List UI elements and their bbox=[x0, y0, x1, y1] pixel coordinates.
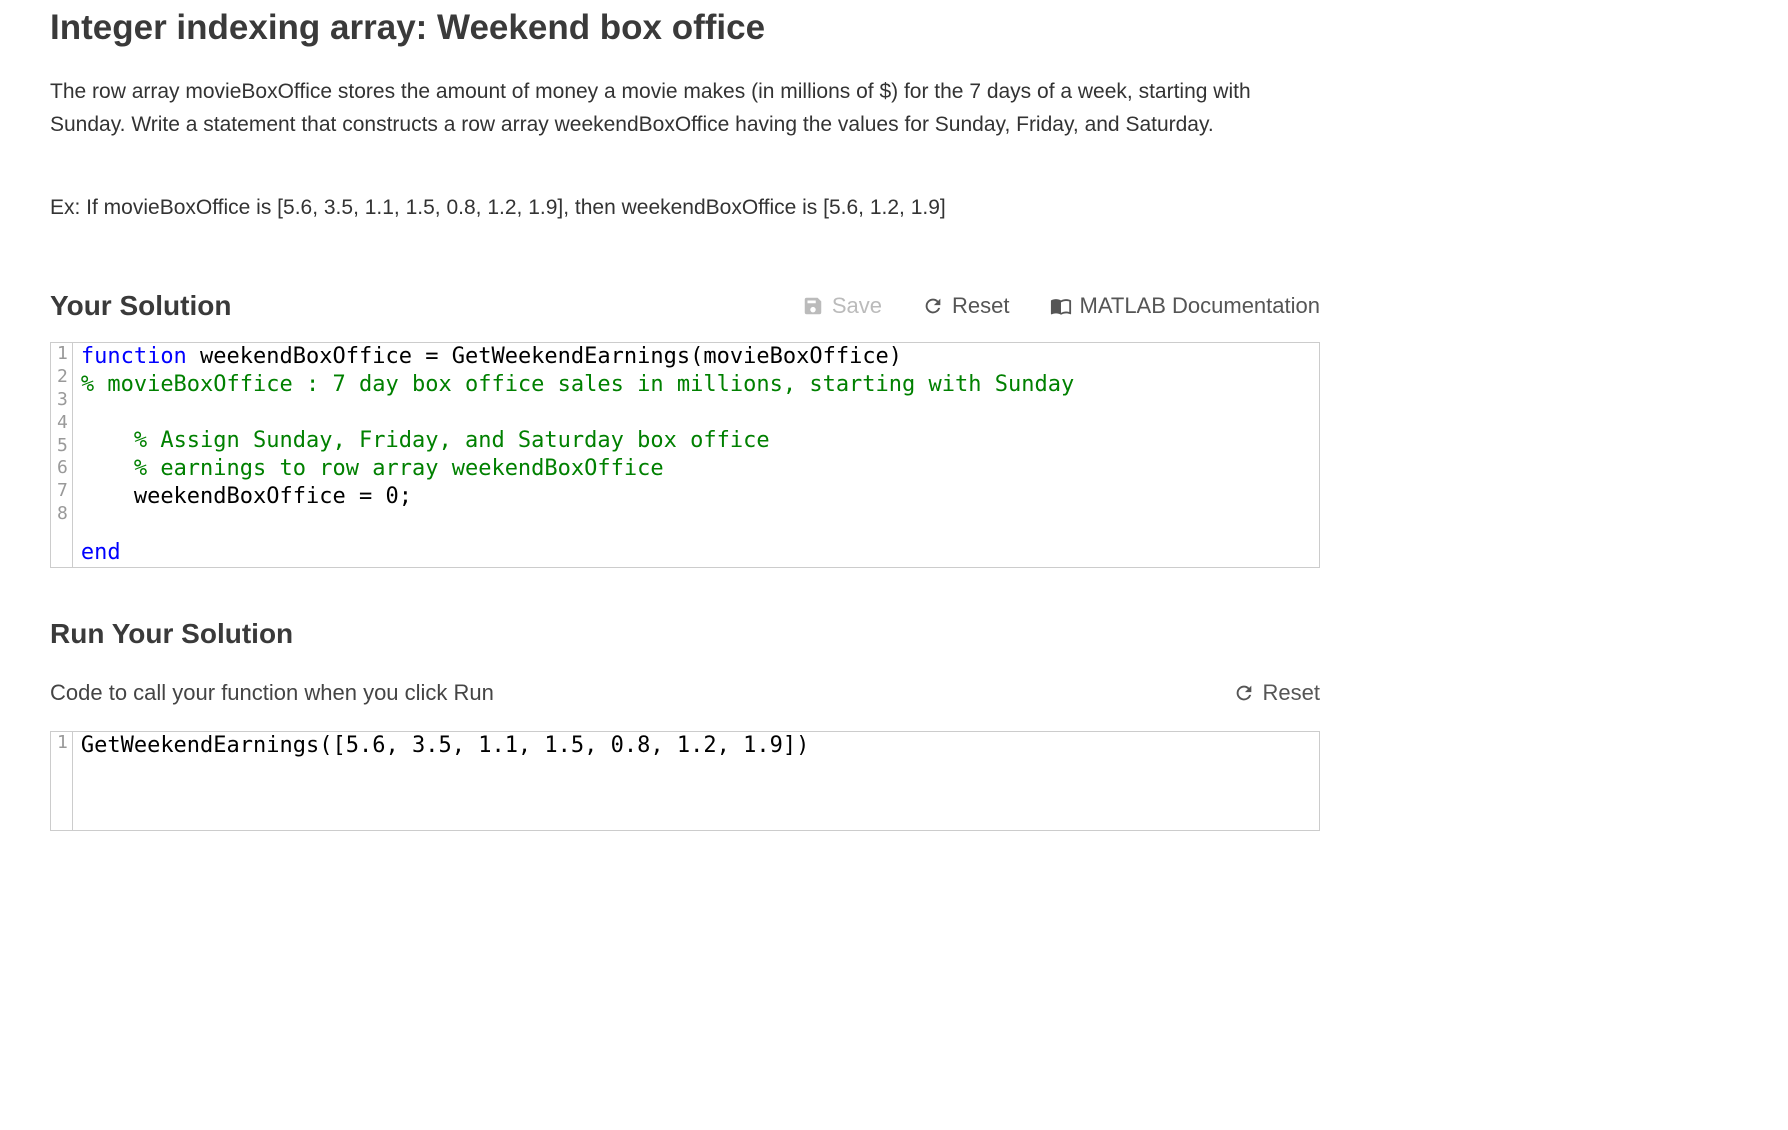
run-editor[interactable]: 1 GetWeekendEarnings([5.6, 3.5, 1.1, 1.5… bbox=[50, 731, 1320, 831]
run-gutter: 1 bbox=[51, 732, 73, 830]
run-reset-button[interactable]: Reset bbox=[1233, 680, 1320, 706]
run-reset-label: Reset bbox=[1263, 680, 1320, 706]
solution-editor[interactable]: 12345678 function weekendBoxOffice = Get… bbox=[50, 342, 1320, 568]
reset-button[interactable]: Reset bbox=[922, 293, 1009, 319]
solution-code[interactable]: function weekendBoxOffice = GetWeekendEa… bbox=[73, 343, 1319, 567]
run-subtitle: Code to call your function when you clic… bbox=[50, 680, 494, 706]
save-button: Save bbox=[802, 293, 882, 319]
solution-title: Your Solution bbox=[50, 290, 231, 322]
save-label: Save bbox=[832, 293, 882, 319]
book-icon bbox=[1050, 295, 1072, 317]
reset-icon bbox=[1233, 682, 1255, 704]
page-title: Integer indexing array: Weekend box offi… bbox=[50, 8, 1320, 48]
reset-icon bbox=[922, 295, 944, 317]
reset-label: Reset bbox=[952, 293, 1009, 319]
docs-button[interactable]: MATLAB Documentation bbox=[1050, 293, 1320, 319]
docs-label: MATLAB Documentation bbox=[1080, 293, 1320, 319]
problem-example: Ex: If movieBoxOffice is [5.6, 3.5, 1.1,… bbox=[50, 196, 1320, 220]
problem-description: The row array movieBoxOffice stores the … bbox=[50, 76, 1320, 141]
run-code[interactable]: GetWeekendEarnings([5.6, 3.5, 1.1, 1.5, … bbox=[73, 732, 1319, 830]
run-title: Run Your Solution bbox=[50, 618, 1320, 650]
save-icon bbox=[802, 295, 824, 317]
solution-gutter: 12345678 bbox=[51, 343, 73, 567]
solution-toolbar: Save Reset MATLAB Documentation bbox=[802, 293, 1320, 319]
